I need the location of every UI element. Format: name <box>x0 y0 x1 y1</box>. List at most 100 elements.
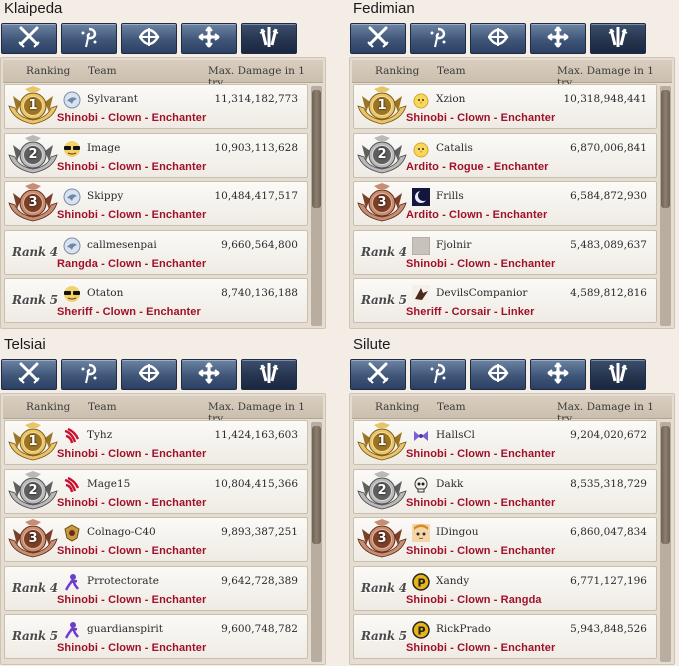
purple-figure-icon <box>62 572 82 592</box>
rank-1-medal-icon: 1 <box>7 422 59 464</box>
scrollbar-thumb[interactable] <box>312 90 321 208</box>
rank-label: Rank 5 <box>12 293 58 307</box>
team-classes: Shinobi - Clown - Enchanter <box>57 112 207 124</box>
team-name[interactable]: DevilsCompanior <box>436 287 527 299</box>
team-name[interactable]: Prrotectorate <box>87 575 159 587</box>
tab-cross[interactable] <box>530 23 586 54</box>
header-team: Team <box>437 65 466 77</box>
tab-spiral[interactable] <box>61 23 117 54</box>
team-name[interactable]: RickPrado <box>436 623 491 635</box>
red-claw-icon <box>62 475 82 495</box>
team-name[interactable]: Xzion <box>436 93 465 105</box>
team-name[interactable]: Catalis <box>436 142 473 154</box>
scrollbar-thumb[interactable] <box>312 426 321 544</box>
tab-bow[interactable] <box>121 23 177 54</box>
team-name[interactable]: callmesenpai <box>87 239 157 251</box>
table-row[interactable]: 1 HallsCl 9,204,020,672 Shinobi - Clown - E… <box>353 420 657 465</box>
scrollbar[interactable] <box>660 422 671 662</box>
table-row[interactable]: 2 Image 10,903,113,628 Shinobi - Clown - En… <box>4 132 308 178</box>
table-header: Ranking Team Max. Damage in 1 try <box>3 396 323 425</box>
tab-spiral[interactable] <box>410 359 466 390</box>
table-row[interactable]: 3 Skippy 10,484,417,517 Shinobi - Clown - E… <box>4 181 308 226</box>
tab-swords[interactable] <box>350 359 406 390</box>
max-damage: 9,660,564,800 <box>221 238 298 251</box>
sunglasses-icon <box>62 284 82 304</box>
table-row[interactable]: Rank 5 Otaton 8,740,136,188 Sheriff - Clown… <box>4 278 308 323</box>
team-name[interactable]: Skippy <box>87 190 123 202</box>
spiral-icon <box>76 361 102 389</box>
team-name[interactable]: Dakk <box>436 478 463 490</box>
team-classes: Shinobi - Clown - Rangda <box>406 593 542 606</box>
table-row[interactable]: 2 Dakk 8,535,318,729 Shinobi - Clown - Ench… <box>353 468 657 514</box>
team-name[interactable]: Xandy <box>436 575 469 587</box>
team-classes: Sheriff - Clown - Enchanter <box>57 306 201 318</box>
tab-swords[interactable] <box>1 23 57 54</box>
max-damage: 9,642,728,389 <box>221 574 298 587</box>
tab-pillar[interactable] <box>590 23 646 54</box>
table-row[interactable]: Rank 4 Prrotectorate 9,642,728,389 Shinobi … <box>4 565 308 611</box>
team-name[interactable]: Mage15 <box>87 478 130 490</box>
scrollbar[interactable] <box>660 86 671 326</box>
team-classes: Shinobi - Clown - Enchanter <box>57 642 207 654</box>
max-damage: 9,893,387,251 <box>221 526 298 538</box>
p-coin-icon: P <box>411 572 431 592</box>
table-row[interactable]: 3 IDingou 6,860,047,834 Shinobi - Clown - E… <box>353 517 657 562</box>
table-row[interactable]: Rank 5 guardianspirit 9,600,748,782 Shinobi… <box>4 614 308 659</box>
tab-bow[interactable] <box>470 359 526 390</box>
svg-text:P: P <box>418 625 426 638</box>
team-name[interactable]: IDingou <box>436 526 479 538</box>
team-classes: Shinobi - Clown - Enchanter <box>57 496 207 509</box>
table-row[interactable]: 2 Catalis 6,870,006,841 Ardito - Rogue - En… <box>353 132 657 178</box>
table-row[interactable]: 2 Mage15 10,804,415,366 Shinobi - Clown - E… <box>4 468 308 514</box>
tab-swords[interactable] <box>350 23 406 54</box>
skull-icon <box>411 475 431 495</box>
tab-cross[interactable] <box>181 359 237 390</box>
scrollbar-thumb[interactable] <box>661 426 670 544</box>
table-row[interactable]: Rank 5 DevilsCompanior 4,589,812,816 Sherif… <box>353 278 657 323</box>
table-row[interactable]: Rank 4 P Xandy 6,771,127,196 Shinobi - Clown… <box>353 565 657 611</box>
team-name[interactable]: Sylvarant <box>87 93 138 105</box>
team-name[interactable]: Colnago-C40 <box>87 526 156 538</box>
server-panel: Fedimian Ranking Team Max. Damage in 1 try 1… <box>349 0 677 330</box>
tab-swords[interactable] <box>1 359 57 390</box>
tab-bow[interactable] <box>121 359 177 390</box>
tab-cross[interactable] <box>530 359 586 390</box>
tab-bow[interactable] <box>470 23 526 54</box>
tab-pillar[interactable] <box>241 23 297 54</box>
tab-pillar[interactable] <box>590 359 646 390</box>
team-classes: Shinobi - Clown - Enchanter <box>57 209 207 221</box>
tab-cross[interactable] <box>181 23 237 54</box>
table-row[interactable]: Rank 4 Fjolnir 5,483,089,637 Shinobi - Clow… <box>353 229 657 275</box>
purple-figure-icon <box>62 620 82 640</box>
scrollbar[interactable] <box>311 422 322 662</box>
team-name[interactable]: HallsCl <box>436 429 475 441</box>
scrollbar-thumb[interactable] <box>661 90 670 208</box>
team-name[interactable]: Tyhz <box>87 429 112 441</box>
rank-label: Rank 5 <box>361 629 407 643</box>
team-name[interactable]: Otaton <box>87 287 123 299</box>
tab-spiral[interactable] <box>61 359 117 390</box>
table-row[interactable]: 1 Xzion 10,318,948,441 Shinobi - Clown - En… <box>353 84 657 129</box>
scrollbar[interactable] <box>311 86 322 326</box>
table-row[interactable]: 3 Colnago-C40 9,893,387,251 Shinobi - Clown… <box>4 517 308 562</box>
table-row[interactable]: 1 Tyhz 11,424,163,603 Shinobi - Clown - Enc… <box>4 420 308 465</box>
table-row[interactable]: 1 Sylvarant 11,314,182,773 Shinobi - Clown … <box>4 84 308 129</box>
rank-3-medal-icon: 3 <box>7 183 59 225</box>
medal-number: 2 <box>28 482 38 498</box>
tab-pillar[interactable] <box>241 359 297 390</box>
table-row[interactable]: 3 Frills 6,584,872,930 Ardito - Clown - Enc… <box>353 181 657 226</box>
moon-icon <box>411 187 431 207</box>
server-panel: Telsiai Ranking Team Max. Damage in 1 try 1 T… <box>0 336 328 666</box>
tab-spiral[interactable] <box>410 23 466 54</box>
rank-2-medal-icon: 2 <box>356 470 408 513</box>
max-damage: 6,771,127,196 <box>570 574 647 587</box>
medal-number: 2 <box>28 146 38 162</box>
team-name[interactable]: guardianspirit <box>87 623 163 635</box>
table-row[interactable]: Rank 4 callmesenpai 9,660,564,800 Rangda - … <box>4 229 308 275</box>
crest-icon <box>62 523 82 543</box>
table-row[interactable]: Rank 5 P RickPrado 5,943,848,526 Shinobi - C… <box>353 614 657 659</box>
team-name[interactable]: Frills <box>436 190 464 202</box>
team-name[interactable]: Image <box>87 142 120 154</box>
team-name[interactable]: Fjolnir <box>436 239 471 251</box>
header-ranking: Ranking <box>26 65 71 77</box>
